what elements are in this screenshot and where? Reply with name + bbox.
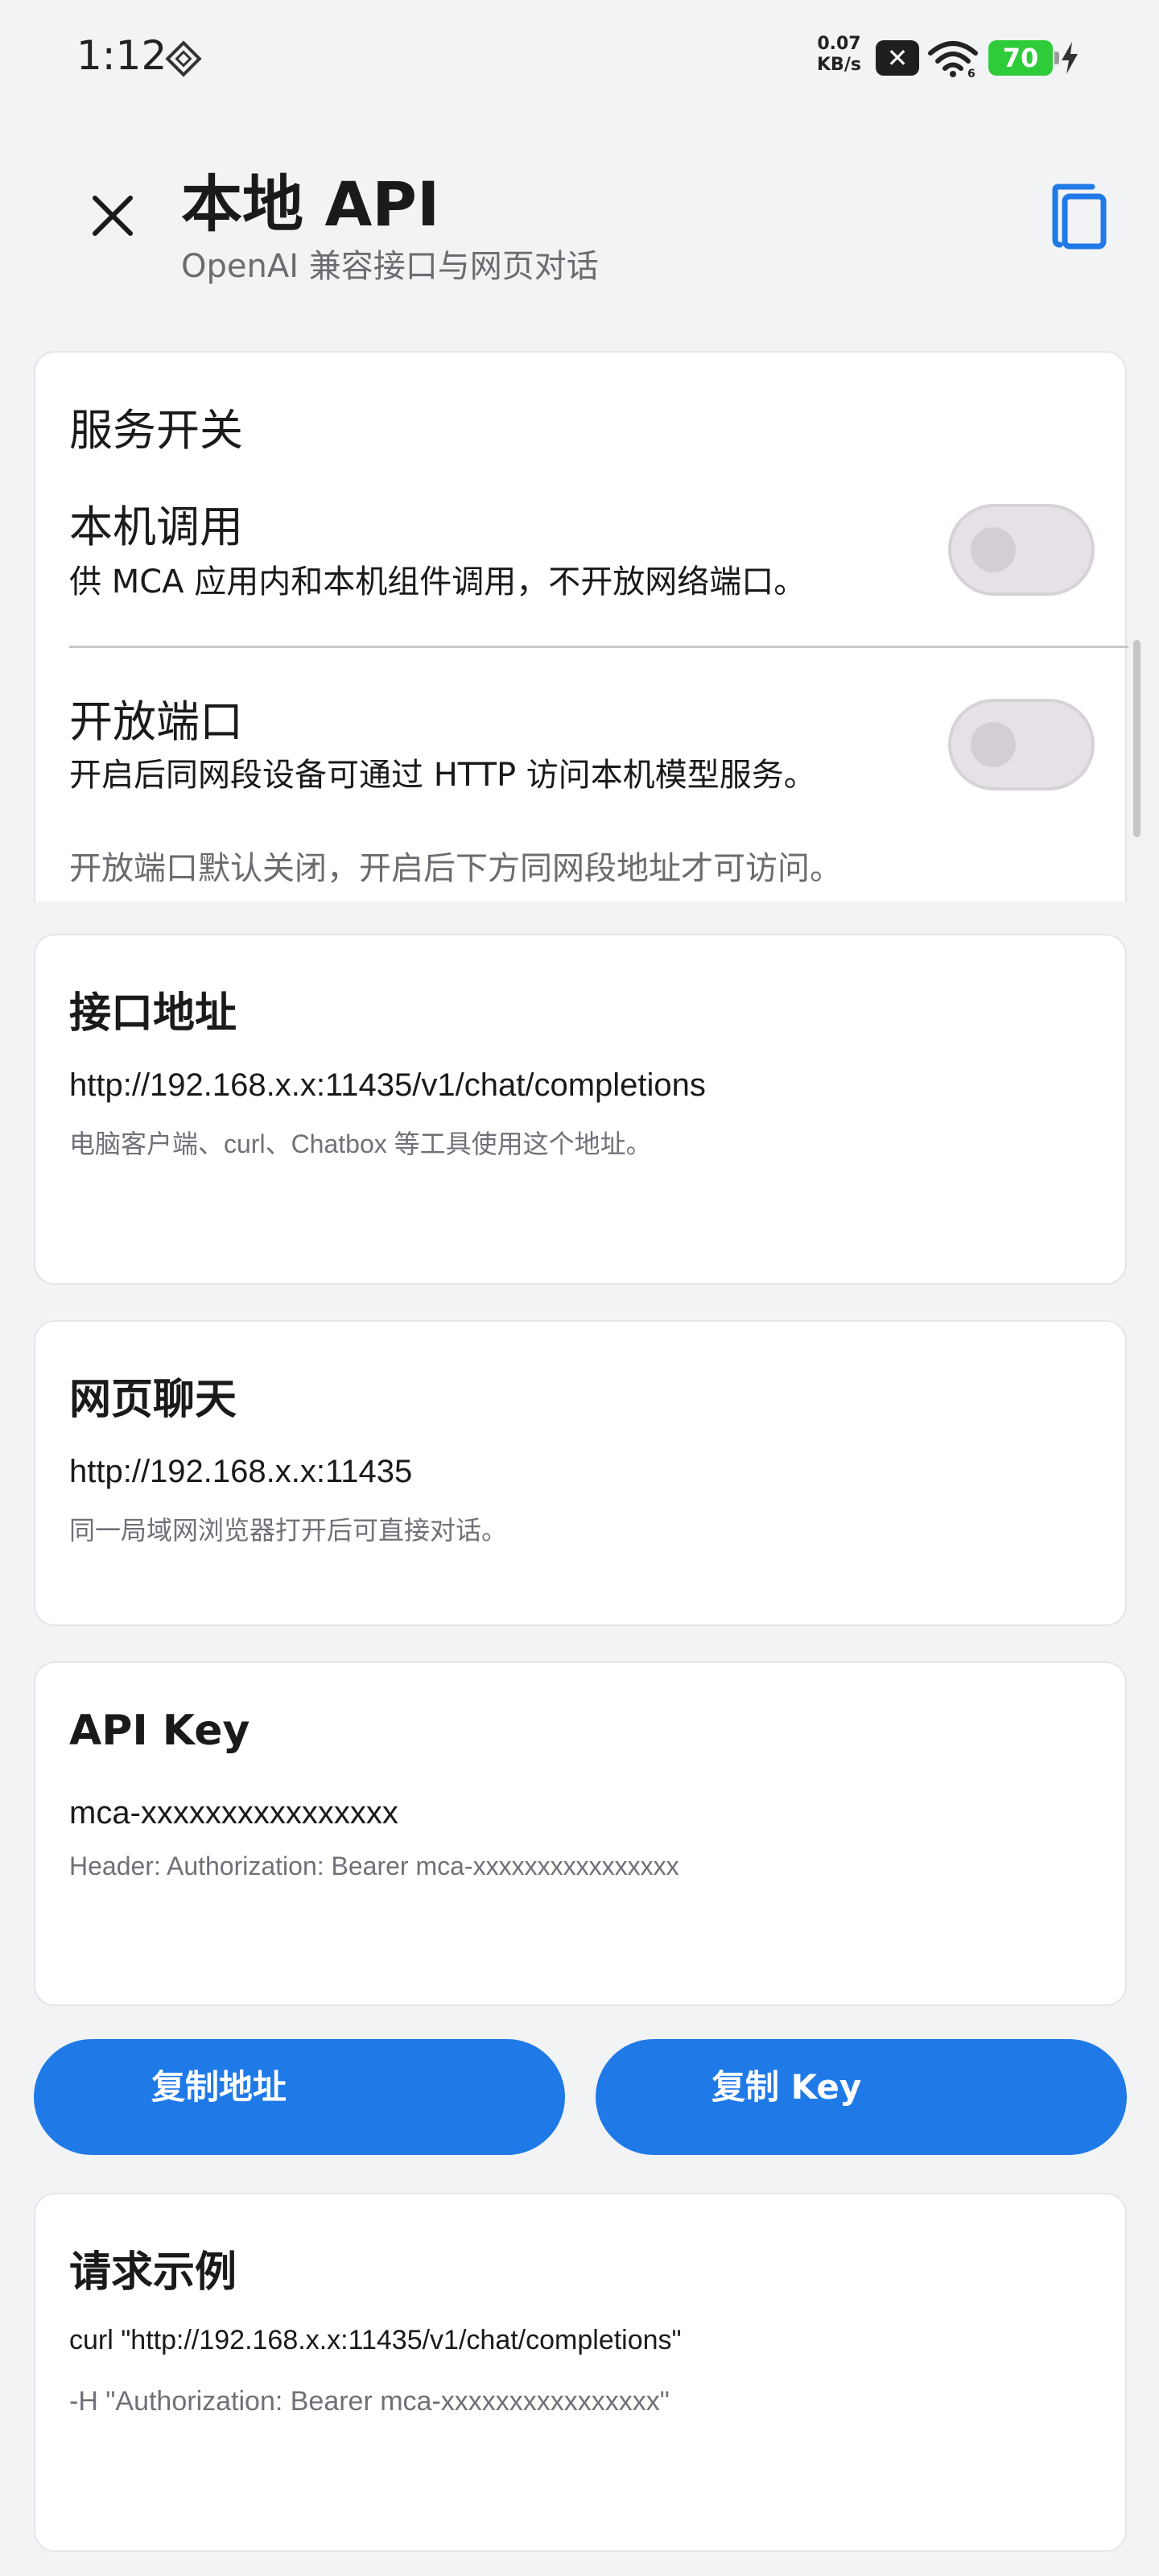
local-call-desc: 供 MCA 应用内和本机组件调用，不开放网络端口。 xyxy=(69,564,806,601)
charging-bolt-icon xyxy=(1062,42,1078,74)
example-card: 请求示例 curl "http://192.168.x.x:11435/v1/c… xyxy=(34,2193,1127,2552)
open-port-title: 开放端口 xyxy=(69,696,243,747)
copy-address-button[interactable]: 复制地址 xyxy=(34,2039,565,2155)
close-badge-icon: ✕ xyxy=(876,40,919,76)
copy-key-button[interactable]: 复制 Key xyxy=(596,2039,1127,2155)
net-speed: 0.07 KB/s xyxy=(817,34,861,76)
web-chat-url[interactable]: http://192.168.x.x:11435 xyxy=(69,1454,412,1490)
svg-text:6: 6 xyxy=(967,68,975,79)
copy-icon xyxy=(1052,184,1107,250)
wifi-icon: 6 xyxy=(928,41,978,79)
api-key-card: API Key mca-xxxxxxxxxxxxxxxx Header: Aut… xyxy=(34,1662,1127,2006)
web-chat-title: 网页聊天 xyxy=(69,1376,237,1424)
copy-address-label: 复制地址 xyxy=(151,2067,287,2107)
copy-all-button[interactable] xyxy=(1042,177,1115,258)
toggle-knob xyxy=(971,527,1016,572)
api-key-value[interactable]: mca-xxxxxxxxxxxxxxxx xyxy=(69,1795,398,1831)
web-chat-card: 网页聊天 http://192.168.x.x:11435 同一局域网浏览器打开… xyxy=(34,1320,1127,1626)
endpoint-title: 接口地址 xyxy=(69,989,237,1038)
net-speed-unit: KB/s xyxy=(817,55,861,75)
local-call-toggle[interactable] xyxy=(948,504,1095,596)
scrollbar[interactable] xyxy=(1133,640,1140,837)
service-title: 服务开关 xyxy=(69,405,243,456)
open-port-desc: 开启后同网段设备可通过 HTTP 访问本机模型服务。 xyxy=(69,757,816,794)
example-line-1: curl "http://192.168.x.x:11435/v1/chat/c… xyxy=(69,2325,682,2355)
copy-key-label: 复制 Key xyxy=(711,2067,862,2107)
page-title: 本地 API xyxy=(181,168,440,240)
endpoint-url[interactable]: http://192.168.x.x:11435/v1/chat/complet… xyxy=(69,1067,706,1104)
api-key-hint: Header: Authorization: Bearer mca-xxxxxx… xyxy=(69,1852,679,1880)
status-time: 1:12 xyxy=(76,32,167,79)
net-speed-value: 0.07 xyxy=(817,34,861,54)
service-note: 开放端口默认关闭，开启后下方同网段地址才可访问。 xyxy=(69,850,842,887)
toggle-knob xyxy=(971,722,1016,767)
endpoint-hint: 电脑客户端、curl、Chatbox 等工具使用这个地址。 xyxy=(69,1129,652,1158)
close-button[interactable] xyxy=(80,184,145,248)
example-line-2: -H "Authorization: Bearer mca-xxxxxxxxxx… xyxy=(69,2386,670,2417)
close-icon xyxy=(93,196,133,236)
endpoint-card: 接口地址 http://192.168.x.x:11435/v1/chat/co… xyxy=(34,934,1127,1285)
divider xyxy=(69,646,1128,648)
battery-icon: 70 xyxy=(988,40,1059,76)
example-title: 请求示例 xyxy=(69,2248,237,2297)
page-subtitle: OpenAI 兼容接口与网页对话 xyxy=(181,248,599,285)
status-bar: 1:12 0.07 KB/s ✕ 6 70 xyxy=(0,0,1159,113)
service-card: 服务开关 本机调用 供 MCA 应用内和本机组件调用，不开放网络端口。 开放端口… xyxy=(34,351,1128,902)
local-call-title: 本机调用 xyxy=(69,502,243,552)
open-port-toggle[interactable] xyxy=(948,699,1095,791)
api-key-title: API Key xyxy=(69,1707,250,1755)
web-chat-hint: 同一局域网浏览器打开后可直接对话。 xyxy=(69,1516,508,1545)
cast-icon xyxy=(165,40,202,77)
